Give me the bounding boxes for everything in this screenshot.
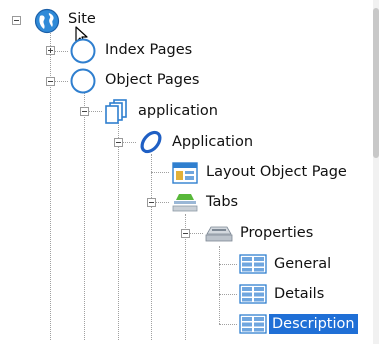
scrollbar-thumb[interactable] (373, 8, 379, 158)
grid-icon (239, 314, 267, 334)
tree-guide-line (118, 123, 119, 340)
pages-stack-icon (105, 99, 127, 124)
tree-guide-line (151, 154, 152, 340)
collapse-toggle[interactable] (46, 77, 55, 86)
tree-node-label-general[interactable]: General (271, 254, 334, 274)
collapse-toggle[interactable] (114, 138, 123, 147)
collapse-toggle[interactable] (12, 16, 21, 25)
vertical-scrollbar[interactable] (373, 0, 379, 344)
tabs-icon (172, 194, 198, 212)
tree-node-label-properties[interactable]: Properties (237, 223, 316, 243)
tree-guide-line (219, 324, 237, 325)
tree-guide-line (84, 92, 85, 340)
layout-page-icon (172, 162, 198, 184)
tree-guide-line (219, 246, 220, 324)
tree-node-label-application[interactable]: application (135, 101, 221, 121)
tree-node-label-description[interactable]: Description (269, 314, 358, 334)
grid-icon (239, 254, 267, 274)
tree-guide-line (219, 294, 237, 295)
tree-node-label-layout-object-page[interactable]: Layout Object Page (203, 162, 350, 182)
object-pages-icon (70, 68, 96, 94)
ring-icon (140, 130, 162, 154)
collapse-toggle[interactable] (80, 107, 89, 116)
tree-view[interactable]: Site Index Pages Object Pages applicatio… (0, 0, 379, 344)
tree-node-label-application-object[interactable]: Application (169, 132, 256, 152)
collapse-toggle[interactable] (181, 229, 190, 238)
tree-node-label-tabs[interactable]: Tabs (203, 192, 241, 212)
tree-guide-line (151, 172, 169, 173)
collapse-toggle[interactable] (147, 198, 156, 207)
grid-icon (239, 284, 267, 304)
properties-tab-icon (205, 226, 233, 242)
tree-node-label-index-pages[interactable]: Index Pages (102, 40, 195, 60)
tree-node-label-details[interactable]: Details (271, 284, 327, 304)
tree-node-label-object-pages[interactable]: Object Pages (102, 70, 203, 90)
tree-guide-line (219, 264, 237, 265)
index-pages-icon (70, 38, 96, 64)
globe-icon (34, 8, 60, 34)
expand-toggle[interactable] (46, 46, 55, 55)
